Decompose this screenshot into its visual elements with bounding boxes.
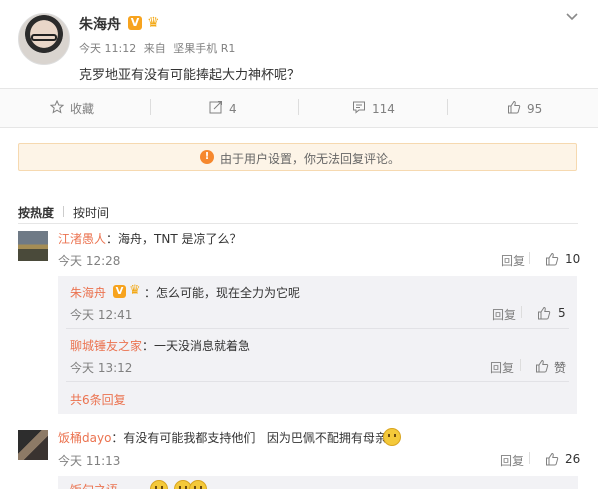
member-crown-icon: ♛ [129,283,141,298]
divider [18,223,578,224]
reply-time: 今天 13:12 [70,361,133,375]
reply-like-button[interactable] [537,306,551,323]
commenter-name[interactable]: 饭桶dayo [58,431,111,445]
warning-icon: ! [200,150,214,164]
comment-text: ：有没有可能我都支持他们 因为巴佩不配拥有母亲 [111,431,387,445]
emoji-icon [150,480,168,489]
reply: 朱海舟 V ♛ [70,283,141,301]
reply-button[interactable]: 回复 [492,306,516,323]
repost-button[interactable]: 4 [209,100,237,117]
like-count: 95 [527,101,543,116]
divider [298,99,299,115]
comment: 江渚愚人：海舟，TNT 是凉了么？ [58,230,241,247]
post-source[interactable]: 坚果手机 R1 [173,42,235,55]
comment-like-count: 10 [565,252,581,266]
sort-by-hot-tab[interactable]: 按热度 [18,204,54,221]
comment-text: ：海舟，TNT 是凉了么？ [106,232,242,246]
reply-button[interactable]: 回复 [490,359,514,376]
divider [529,452,530,464]
reply: 聊城锤友之家：一天没消息就着急 [70,337,250,354]
thumbs-up-icon [538,306,551,320]
reply-button[interactable]: 回复 [501,252,525,269]
divider [447,99,448,115]
comment-time: 今天 12:28 [58,254,121,268]
commenter-name[interactable]: 江渚愚人 [58,232,106,246]
replier-name[interactable]: 朱海舟 [70,286,106,300]
repost-icon [209,100,223,117]
comment-like-button[interactable] [545,252,559,269]
smile-emoji-icon [383,428,401,446]
thumbs-up-icon [546,452,559,466]
divider [529,252,530,264]
more-options-chevron-icon[interactable] [565,10,579,26]
author-name[interactable]: 朱海舟 [79,14,121,34]
repost-count: 4 [229,101,237,116]
comment-time: 今天 11:13 [58,454,121,468]
post-time[interactable]: 今天 11:12 [79,42,136,55]
divider [66,381,569,382]
thumbs-up-icon [546,252,559,266]
author-avatar[interactable] [18,13,70,65]
reply-text: ：一天没消息就着急 [142,339,251,353]
reply-button[interactable]: 回复 [500,452,524,469]
reply-like-button[interactable] [535,359,549,376]
post-content: 克罗地亚有没有可能捧起大力神杯呢？ [79,68,301,83]
divider [150,99,151,115]
more-replies-link[interactable]: 共6条回复 [70,391,126,408]
commenter-avatar[interactable] [18,430,48,460]
comment-icon [352,100,366,117]
divider [63,206,64,217]
member-crown-icon: ♛ [147,15,160,31]
replier-name[interactable]: 饭勺之语 [70,481,118,489]
source-prefix: 来自 [143,42,166,55]
comment-like-button[interactable] [545,452,559,469]
reply-text: ：怎么可能，现在全力为它呢 [144,286,301,300]
reply-like-count: 5 [558,306,566,320]
divider [520,359,521,371]
like-button[interactable]: 95 [507,100,542,117]
comment: 饭桶dayo：有没有可能我都支持他们 因为巴佩不配拥有母亲 [58,429,387,446]
divider [521,306,522,318]
divider [66,328,569,329]
verified-badge-icon: V [113,285,126,298]
star-icon [49,99,65,117]
notice-text: 由于用户设置，你无法回复评论。 [220,152,401,166]
thumbs-up-icon [507,100,521,117]
next-reply-preview: 饭勺之语 [58,476,578,489]
reply-time: 今天 12:41 [70,308,133,322]
verified-badge-icon: V [128,16,142,30]
replier-name[interactable]: 聊城锤友之家 [70,339,142,353]
emoji-icon [189,480,207,489]
comment-count: 114 [372,101,395,116]
favorite-label: 收藏 [70,102,95,116]
post-meta: 今天 11:12 来自 坚果手机 R1 [79,40,235,56]
comment-like-count: 26 [565,452,581,466]
favorite-button[interactable]: 收藏 [49,99,95,117]
thumbs-up-icon [536,359,549,373]
sort-by-time-tab[interactable]: 按时间 [73,204,109,221]
commenter-avatar[interactable] [18,231,48,261]
comment-button[interactable]: 114 [352,100,395,117]
reply-like-label: 赞 [554,361,567,375]
